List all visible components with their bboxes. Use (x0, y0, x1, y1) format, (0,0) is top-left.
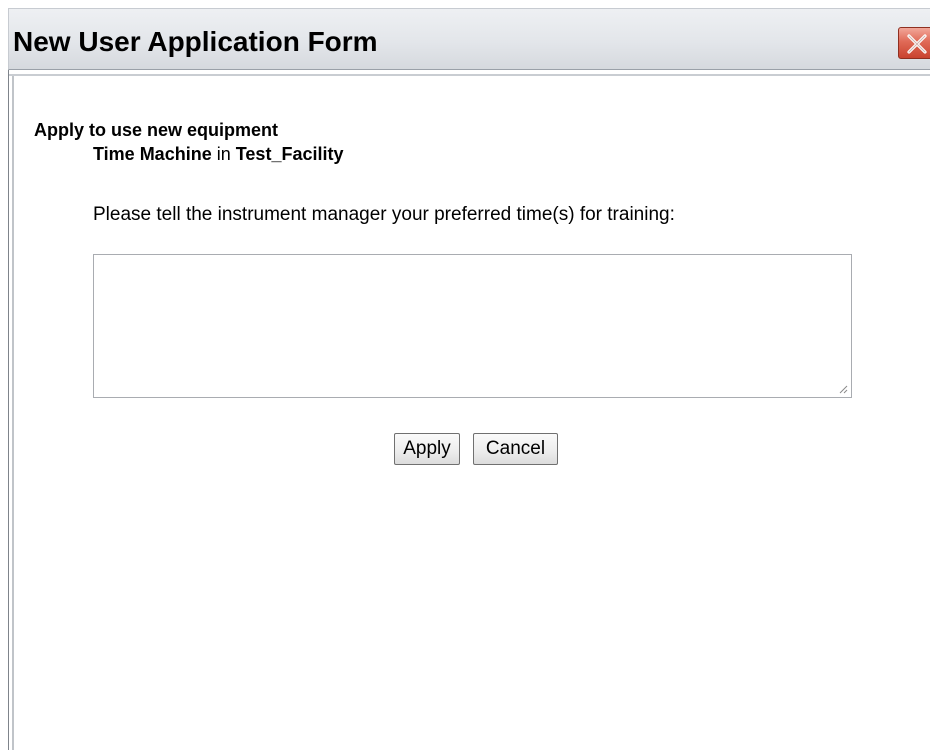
application-window: New User Application Form Apply to use n… (0, 0, 930, 750)
equipment-name: Time Machine (93, 144, 212, 164)
form-body (8, 70, 930, 750)
form-heading: Apply to use new equipment (34, 120, 279, 140)
equipment-line: Time Machine in Test_Facility (93, 144, 343, 165)
facility-name: Test_Facility (235, 144, 344, 164)
cancel-button[interactable]: Cancel (473, 433, 558, 465)
training-time-textarea[interactable] (93, 254, 852, 398)
close-button[interactable] (898, 27, 930, 59)
training-prompt: Please tell the instrument manager your … (93, 204, 675, 225)
in-label: in (216, 144, 231, 164)
frame-border (12, 76, 14, 750)
window-title: New User Application Form (13, 26, 378, 57)
resize-grip-icon[interactable] (836, 382, 848, 394)
apply-button[interactable]: Apply (394, 433, 460, 465)
title-bar[interactable]: New User Application Form (8, 8, 930, 70)
